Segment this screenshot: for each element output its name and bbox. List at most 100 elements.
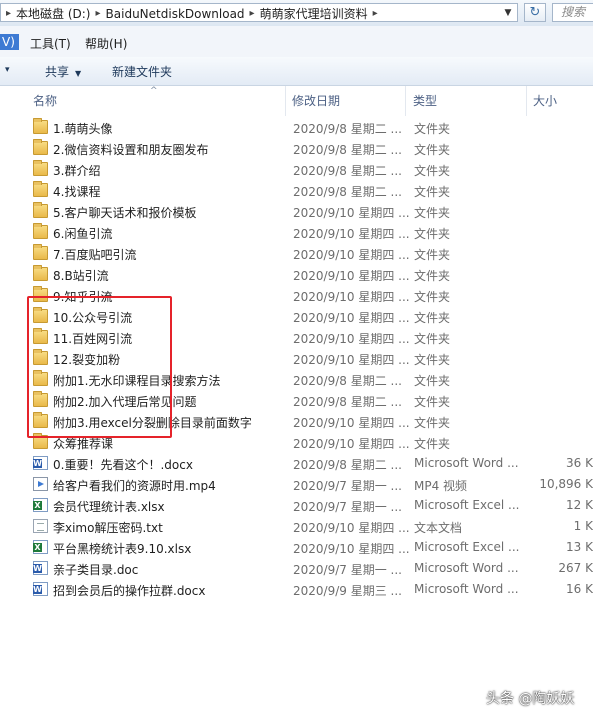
file-name: 3.群介绍 bbox=[53, 164, 101, 178]
text-file-icon bbox=[33, 519, 48, 533]
sort-ascending-icon: ^ bbox=[150, 86, 158, 96]
file-modified-date: 2020/9/10 星期四 ... bbox=[293, 416, 410, 430]
breadcrumb-current-folder[interactable]: 萌萌家代理培训资料 bbox=[260, 5, 368, 22]
file-name: 招到会员后的操作拉群.docx bbox=[53, 584, 206, 598]
breadcrumb-download-folder[interactable]: BaiduNetdiskDownload bbox=[106, 7, 245, 21]
file-modified-date: 2020/9/10 星期四 ... bbox=[293, 521, 410, 535]
chevron-down-icon[interactable]: ▾ bbox=[5, 65, 10, 75]
column-header-type[interactable]: 类型 bbox=[413, 92, 437, 109]
file-name: 平台黑榜统计表9.10.xlsx bbox=[53, 542, 192, 556]
file-modified-date: 2020/9/8 星期二 ... bbox=[293, 164, 402, 178]
file-modified-date: 2020/9/8 星期二 ... bbox=[293, 185, 402, 199]
file-row[interactable]: 5.客户聊天话术和报价模板 2020/9/10 星期四 ... 文件夹 bbox=[0, 201, 593, 222]
file-type: Microsoft Word ... bbox=[414, 561, 519, 575]
word-doc-icon: W bbox=[33, 582, 48, 596]
file-size: 12 K bbox=[566, 498, 593, 512]
file-modified-date: 2020/9/8 星期二 ... bbox=[293, 374, 402, 388]
file-modified-date: 2020/9/8 星期二 ... bbox=[293, 395, 402, 409]
file-row[interactable]: 2.微信资料设置和朋友圈发布 2020/9/8 星期二 ... 文件夹 bbox=[0, 138, 593, 159]
file-row[interactable]: 8.B站引流 2020/9/10 星期四 ... 文件夹 bbox=[0, 264, 593, 285]
file-name: 5.客户聊天话术和报价模板 bbox=[53, 206, 197, 220]
breadcrumb: ▸ 本地磁盘 (D:) ▸ BaiduNetdiskDownload ▸ 萌萌家… bbox=[5, 5, 379, 22]
file-row[interactable]: X 平台黑榜统计表9.10.xlsx 2020/9/10 星期四 ... Micros… bbox=[0, 537, 593, 558]
file-type: Microsoft Excel ... bbox=[414, 498, 520, 512]
word-doc-icon: W bbox=[33, 456, 48, 470]
folder-icon bbox=[33, 202, 48, 218]
file-modified-date: 2020/9/10 星期四 ... bbox=[293, 248, 410, 262]
file-size: 1 K bbox=[573, 519, 593, 533]
column-divider[interactable] bbox=[285, 86, 286, 116]
file-name: 7.百度贴吧引流 bbox=[53, 248, 137, 262]
file-name: 4.找课程 bbox=[53, 185, 101, 199]
share-button[interactable]: 共享 ▼ bbox=[45, 63, 81, 80]
column-divider[interactable] bbox=[405, 86, 406, 116]
file-row[interactable]: W 招到会员后的操作拉群.docx 2020/9/9 星期三 ... Microsof… bbox=[0, 579, 593, 600]
file-type: 文件夹 bbox=[414, 248, 451, 262]
file-size: 13 K bbox=[566, 540, 593, 554]
file-name: 8.B站引流 bbox=[53, 269, 109, 283]
refresh-button[interactable]: ↻ bbox=[524, 3, 546, 22]
watermark: 头条 @陶妖妖 bbox=[486, 691, 575, 707]
column-header-size[interactable]: 大小 bbox=[533, 92, 557, 109]
file-name: 6.闲鱼引流 bbox=[53, 227, 113, 241]
file-row[interactable]: 给客户看我们的资源时用.mp4 2020/9/7 星期一 ... MP4 视频 10,… bbox=[0, 474, 593, 495]
folder-icon bbox=[33, 160, 48, 176]
file-name: 2.微信资料设置和朋友圈发布 bbox=[53, 143, 209, 157]
menu-bar: V) 工具(T) 帮助(H) bbox=[0, 26, 593, 58]
chevron-right-icon[interactable]: ▸ bbox=[250, 8, 255, 19]
breadcrumb-drive[interactable]: 本地磁盘 (D:) bbox=[16, 5, 90, 22]
chevron-right-icon[interactable]: ▸ bbox=[96, 8, 101, 19]
file-name: 给客户看我们的资源时用.mp4 bbox=[53, 479, 216, 493]
folder-icon bbox=[33, 118, 48, 134]
file-type: Microsoft Word ... bbox=[414, 456, 519, 470]
new-folder-button[interactable]: 新建文件夹 bbox=[112, 63, 172, 80]
file-size: 10,896 K bbox=[539, 477, 593, 491]
file-size: 16 K bbox=[566, 582, 593, 596]
column-header-date[interactable]: 修改日期 bbox=[292, 92, 340, 109]
file-modified-date: 2020/9/10 星期四 ... bbox=[293, 353, 410, 367]
file-type: 文本文档 bbox=[414, 521, 463, 535]
column-header-name[interactable]: 名称 bbox=[33, 92, 57, 109]
file-row[interactable]: 4.找课程 2020/9/8 星期二 ... 文件夹 bbox=[0, 180, 593, 201]
file-modified-date: 2020/9/10 星期四 ... bbox=[293, 290, 410, 304]
folder-icon bbox=[33, 265, 48, 281]
file-modified-date: 2020/9/10 星期四 ... bbox=[293, 269, 410, 283]
file-row[interactable]: 7.百度贴吧引流 2020/9/10 星期四 ... 文件夹 bbox=[0, 243, 593, 264]
file-list-view: ^ 名称 修改日期 类型 大小 1.萌萌头像 2020/9/8 星期二 ... 文件… bbox=[0, 86, 593, 707]
file-modified-date: 2020/9/7 星期一 ... bbox=[293, 500, 402, 514]
menu-view[interactable]: V) bbox=[0, 34, 19, 50]
file-type: 文件夹 bbox=[414, 374, 451, 388]
file-modified-date: 2020/9/10 星期四 ... bbox=[293, 542, 410, 556]
address-bar[interactable]: ▸ 本地磁盘 (D:) ▸ BaiduNetdiskDownload ▸ 萌萌家… bbox=[0, 3, 518, 22]
search-input[interactable]: 搜索 bbox=[552, 3, 593, 22]
file-name: 0.重要！先看这个！.docx bbox=[53, 458, 193, 472]
column-divider[interactable] bbox=[526, 86, 527, 116]
file-row[interactable]: 3.群介绍 2020/9/8 星期二 ... 文件夹 bbox=[0, 159, 593, 180]
excel-file-icon: X bbox=[33, 540, 48, 554]
file-row[interactable]: 1.萌萌头像 2020/9/8 星期二 ... 文件夹 bbox=[0, 117, 593, 138]
file-type: 文件夹 bbox=[414, 290, 451, 304]
file-row[interactable]: W 亲子类目录.doc 2020/9/7 星期一 ... Microsoft Word… bbox=[0, 558, 593, 579]
file-row[interactable]: W 0.重要！先看这个！.docx 2020/9/8 星期二 ... Microsof… bbox=[0, 453, 593, 474]
file-type: MP4 视频 bbox=[414, 479, 468, 493]
menu-tools[interactable]: 工具(T) bbox=[30, 35, 71, 52]
chevron-down-icon[interactable]: ▼ bbox=[501, 5, 515, 21]
file-row[interactable]: X 会员代理统计表.xlsx 2020/9/7 星期一 ... Microsoft E… bbox=[0, 495, 593, 516]
refresh-icon: ↻ bbox=[529, 5, 541, 20]
file-type: 文件夹 bbox=[414, 416, 451, 430]
file-name: 1.萌萌头像 bbox=[53, 122, 113, 136]
file-modified-date: 2020/9/7 星期一 ... bbox=[293, 479, 402, 493]
chevron-right-icon[interactable]: ▸ bbox=[6, 8, 11, 19]
file-type: 文件夹 bbox=[414, 395, 451, 409]
file-type: 文件夹 bbox=[414, 332, 451, 346]
chevron-right-icon[interactable]: ▸ bbox=[373, 8, 378, 19]
file-row[interactable]: 李ximo解压密码.txt 2020/9/10 星期四 ... 文本文档 1 K bbox=[0, 516, 593, 537]
file-type: 文件夹 bbox=[414, 353, 451, 367]
file-modified-date: 2020/9/9 星期三 ... bbox=[293, 584, 402, 598]
file-type: 文件夹 bbox=[414, 185, 451, 199]
menu-help[interactable]: 帮助(H) bbox=[85, 35, 127, 52]
file-row[interactable]: 6.闲鱼引流 2020/9/10 星期四 ... 文件夹 bbox=[0, 222, 593, 243]
file-type: 文件夹 bbox=[414, 143, 451, 157]
folder-icon bbox=[33, 181, 48, 197]
file-modified-date: 2020/9/8 星期二 ... bbox=[293, 143, 402, 157]
